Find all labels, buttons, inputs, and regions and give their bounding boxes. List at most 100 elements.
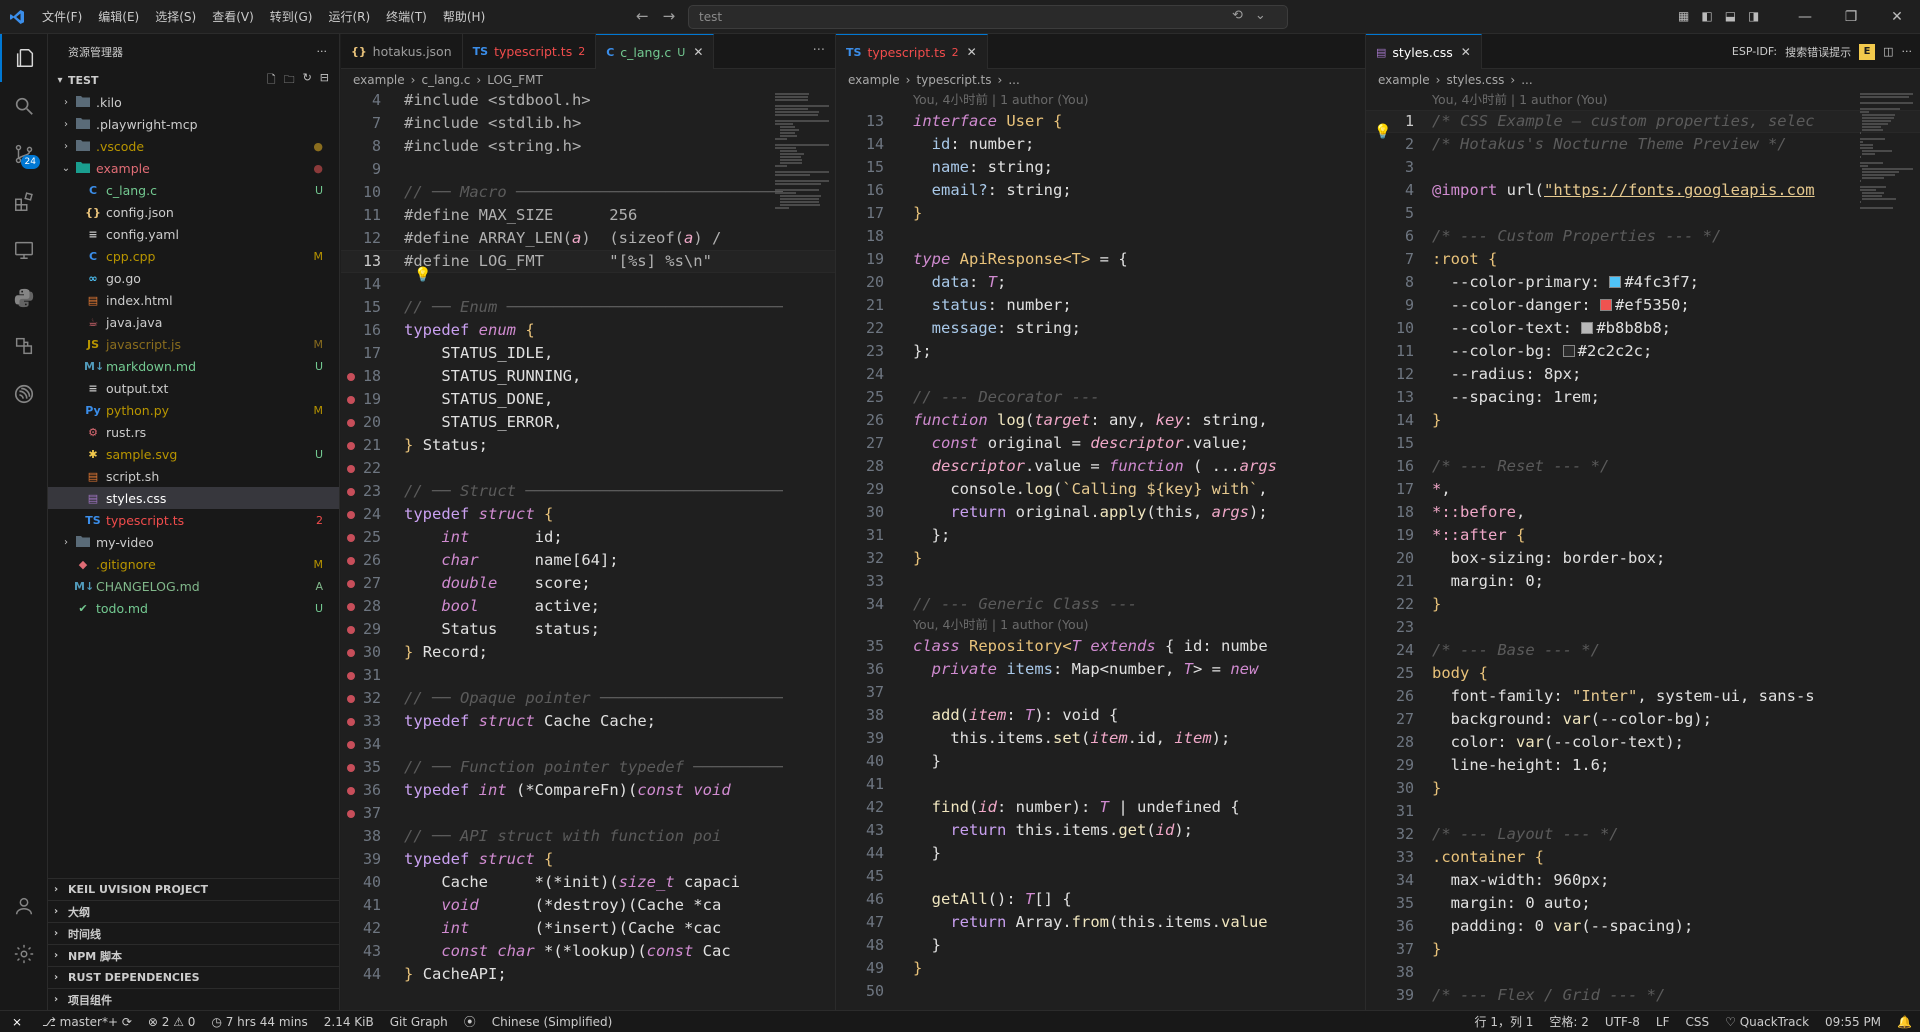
minimize-button[interactable]: — (1782, 0, 1828, 34)
menu-item[interactable]: 文件(F) (34, 0, 90, 34)
lightbulb-icon[interactable]: 💡 (1374, 124, 1391, 140)
tree-file[interactable]: M↓ CHANGELOG.md A (48, 575, 339, 597)
remote-explorer-icon[interactable] (0, 226, 48, 274)
breadcrumb-item[interactable]: styles.css (1446, 73, 1504, 87)
menu-item[interactable]: 运行(R) (320, 0, 378, 34)
new-folder-icon[interactable]: 🗀 (284, 71, 295, 90)
menu-item[interactable]: 帮助(H) (435, 0, 493, 34)
more-actions-icon[interactable]: ··· (317, 45, 328, 58)
tree-file[interactable]: ✱ sample.svg U (48, 443, 339, 465)
search-icon[interactable] (0, 82, 48, 130)
editor-tab[interactable]: TS typescript.ts 2 (463, 34, 597, 69)
esp-idf-icon[interactable]: E (1859, 43, 1876, 60)
breadcrumb-item[interactable]: LOG_FMT (487, 73, 543, 87)
encoding[interactable]: UTF-8 (1597, 1015, 1648, 1029)
cursor-position[interactable]: 行 1，列 1 (1467, 1013, 1542, 1030)
git-blame-codelens[interactable]: You, 4小时前 | 1 author (You) (1432, 91, 1608, 109)
chevron-down-icon[interactable]: ⌄ (1255, 8, 1266, 23)
breadcrumb-item[interactable]: example (848, 73, 900, 87)
remote-indicator-icon[interactable]: ⨯ (0, 1011, 34, 1032)
git-branch[interactable]: ⎇ master*+ ⟳ (34, 1015, 140, 1029)
python-icon[interactable] (0, 274, 48, 322)
git-blame-codelens[interactable]: You, 4小时前 | 1 author (You) (913, 91, 1089, 109)
sidebar-section-header[interactable]: › KEIL UVISION PROJECT (48, 878, 340, 900)
tree-folder[interactable]: › .vscode ● (48, 135, 339, 157)
breadcrumb-item[interactable]: example (1378, 73, 1430, 87)
close-tab-icon[interactable]: ✕ (967, 45, 977, 59)
code-editor[interactable]: You, 4小时前 | 1 author (You) 1/* CSS Exampl… (1366, 91, 1920, 1010)
copilot-icon[interactable]: ⟲ (1232, 8, 1243, 23)
forward-arrow-icon[interactable]: → (663, 7, 676, 25)
live-share-icon[interactable]: ⦿ (456, 1013, 484, 1030)
close-window-button[interactable]: ✕ (1874, 0, 1920, 34)
explorer-icon[interactable] (0, 34, 48, 82)
editor-tab[interactable]: TS typescript.ts 2 ✕ (836, 34, 988, 69)
breadcrumb-item[interactable]: example (353, 73, 405, 87)
tree-file[interactable]: ≡ config.yaml (48, 223, 339, 245)
quacktrack[interactable]: ♡ QuackTrack (1717, 1015, 1817, 1029)
tree-file[interactable]: ▤ script.sh (48, 465, 339, 487)
code-editor[interactable]: 4 #include <stdbool.h> 7 #include <stdlib.h… (341, 91, 835, 1010)
tree-file[interactable]: ▤ index.html (48, 289, 339, 311)
restore-button[interactable]: ❐ (1828, 0, 1874, 34)
settings-icon[interactable] (0, 930, 48, 978)
esp-idf-icon[interactable] (0, 370, 48, 418)
code-editor[interactable]: You, 4小时前 | 1 author (You) 13 interface Us… (836, 91, 1365, 1010)
extensions-icon[interactable] (0, 178, 48, 226)
sidebar-section-header[interactable]: › RUST DEPENDENCIES (48, 966, 340, 988)
collapse-all-icon[interactable]: ⊟ (320, 71, 329, 90)
tree-file[interactable]: ⚙ rust.rs (48, 421, 339, 443)
editor-tab[interactable]: Cc_lang.c U ✕ (596, 34, 715, 69)
sidebar-section-header[interactable]: › NPM 脚本 (48, 944, 340, 966)
tree-file[interactable]: M↓ markdown.md U (48, 355, 339, 377)
testing-icon[interactable] (0, 322, 48, 370)
tree-file[interactable]: {} config.json (48, 201, 339, 223)
tree-file[interactable]: ☕ java.java (48, 311, 339, 333)
language-mode[interactable]: CSS (1677, 1015, 1717, 1029)
sidebar-section-header[interactable]: › 项目组件 (48, 988, 340, 1010)
refresh-icon[interactable]: ↻ (303, 71, 312, 90)
tree-file[interactable]: Py python.py M (48, 399, 339, 421)
back-arrow-icon[interactable]: ← (636, 7, 649, 25)
tree-file[interactable]: ✔ todo.md U (48, 597, 339, 619)
tree-file[interactable]: JS javascript.js M (48, 333, 339, 355)
tree-file[interactable]: TS typescript.ts 2 (48, 509, 339, 531)
breadcrumb-item[interactable]: typescript.ts (916, 73, 991, 87)
workspace-root[interactable]: ▾ TEST 🗋 🗀 ↻ ⊟ (48, 69, 339, 91)
more-actions-icon[interactable]: ··· (1902, 45, 1913, 58)
sidebar-section-header[interactable]: › 时间线 (48, 922, 340, 944)
git-blame-codelens[interactable]: You, 4小时前 | 1 author (You) (913, 616, 1089, 634)
breadcrumb-item[interactable]: ... (1521, 73, 1532, 87)
menu-item[interactable]: 编辑(E) (90, 0, 147, 34)
lightbulb-icon[interactable]: 💡 (414, 267, 431, 283)
tree-file[interactable]: ∞ go.go (48, 267, 339, 289)
tree-folder[interactable]: › my-video (48, 531, 339, 553)
menu-item[interactable]: 终端(T) (378, 0, 435, 34)
command-center-search[interactable]: test (688, 5, 1288, 29)
source-control-icon[interactable]: 24 (0, 130, 48, 178)
tree-folder[interactable]: ⌄ example ● (48, 157, 339, 179)
tree-file[interactable]: ≡ output.txt (48, 377, 339, 399)
editor-tab[interactable]: ▤ styles.css ✕ (1366, 34, 1482, 69)
breadcrumb-item[interactable]: c_lang.c (421, 73, 470, 87)
breadcrumb-item[interactable]: ... (1008, 73, 1019, 87)
account-icon[interactable] (0, 882, 48, 930)
tree-file[interactable]: Cc_lang.c U (48, 179, 339, 201)
close-tab-icon[interactable]: ✕ (693, 45, 703, 59)
end-of-line[interactable]: LF (1648, 1015, 1678, 1029)
new-file-icon[interactable]: 🗋 (267, 71, 276, 90)
indentation[interactable]: 空格: 2 (1541, 1013, 1597, 1030)
tree-file[interactable]: Ccpp.cpp M (48, 245, 339, 267)
tree-folder[interactable]: › .kilo (48, 91, 339, 113)
sidebar-section-header[interactable]: › 大纲 (48, 900, 340, 922)
notifications-bell-icon[interactable]: 🔔 (1889, 1015, 1920, 1029)
minimap[interactable] (775, 91, 835, 1010)
toggle-panel-icon[interactable]: ⬓ (1725, 9, 1736, 23)
tree-folder[interactable]: › .playwright-mcp (48, 113, 339, 135)
close-tab-icon[interactable]: ✕ (1461, 45, 1471, 59)
menu-item[interactable]: 选择(S) (147, 0, 204, 34)
tree-file[interactable]: ▤ styles.css (48, 487, 339, 509)
toggle-primary-sidebar-icon[interactable]: ◧ (1701, 9, 1712, 23)
problems-indicator[interactable]: ⊗ 2 ⚠ 0 (140, 1015, 204, 1029)
menu-item[interactable]: 转到(G) (262, 0, 321, 34)
